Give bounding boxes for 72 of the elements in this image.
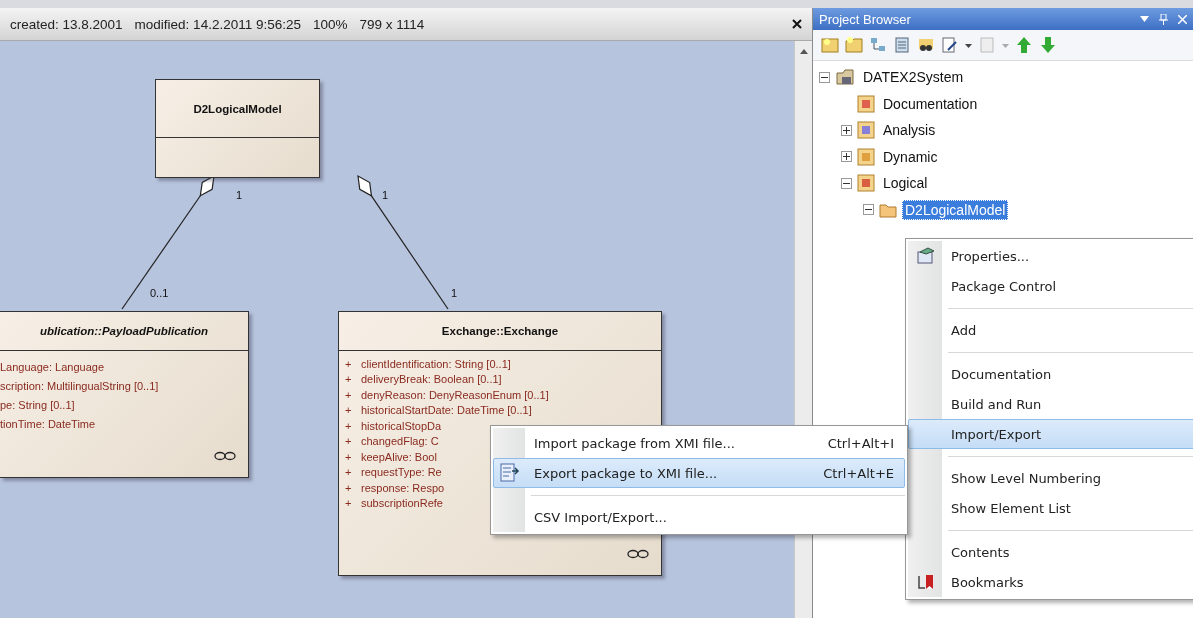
menu-item[interactable]: Show Element List xyxy=(908,493,1193,523)
attribute-text: + changedFlag: C xyxy=(345,434,439,449)
attribute-text: + requestType: Re xyxy=(345,465,442,480)
class-name: ublication::PayloadPublication xyxy=(0,312,248,351)
new-element-icon[interactable] xyxy=(893,36,911,54)
attribute-text: pe: String [0..1] xyxy=(0,397,75,413)
edit-icon[interactable] xyxy=(941,36,959,54)
menu-item[interactable]: Show Level Numbering xyxy=(908,463,1193,493)
expand-icon[interactable] xyxy=(841,124,852,136)
pin-icon[interactable] xyxy=(1159,13,1168,25)
attribute-text: + historicalStartDate: DateTime [0..1] xyxy=(345,403,532,418)
multiplicity-label: 1 xyxy=(382,189,389,201)
collapse-icon[interactable] xyxy=(841,177,852,189)
zoom-text: 100% xyxy=(313,16,348,32)
link-icon xyxy=(214,451,236,461)
size-text: 799 x 1114 xyxy=(359,16,425,32)
menu-item[interactable]: CSV Import/Export... xyxy=(493,502,905,532)
tree-item[interactable]: DATEX2System xyxy=(860,67,967,88)
package-icon xyxy=(857,174,875,193)
attribute-text: + historicalStopDa xyxy=(345,418,442,434)
menu-item[interactable]: Bookmarks xyxy=(908,567,1193,597)
class-name: D2LogicalModel xyxy=(156,80,319,138)
tree-item[interactable]: Documentation xyxy=(880,93,981,114)
package-icon xyxy=(857,94,875,113)
folder-icon xyxy=(879,201,897,218)
multiplicity-label: 1 xyxy=(236,189,243,201)
menu-item[interactable]: Import/Export xyxy=(908,419,1193,449)
menu-item[interactable]: Contents xyxy=(908,537,1193,567)
tree-item[interactable]: Analysis xyxy=(880,120,939,141)
arrow-down-icon[interactable] xyxy=(1039,36,1057,54)
menu-item[interactable]: Properties... xyxy=(908,241,1193,271)
attribute-text: scription: MultilingualString [0..1] xyxy=(0,378,159,394)
package-icon xyxy=(857,121,875,140)
close-icon[interactable] xyxy=(792,19,802,29)
menu-item[interactable]: Build and Run xyxy=(908,389,1193,419)
scroll-up-icon[interactable] xyxy=(799,49,808,54)
attribute-text: + response: Respo xyxy=(345,480,445,496)
export-icon xyxy=(500,463,520,483)
tree-item[interactable]: D2LogicalModel xyxy=(902,199,1009,220)
attribute-text: + keepAlive: Bool xyxy=(345,449,437,465)
package-icon xyxy=(835,68,855,87)
menu-item[interactable]: Export package to XMI file... Ctrl+Alt+E xyxy=(493,458,905,488)
menu-item[interactable]: Package Control xyxy=(908,271,1193,301)
new-model-icon[interactable] xyxy=(821,36,839,54)
menu-item[interactable]: Documentation xyxy=(908,359,1193,389)
dropdown-icon[interactable] xyxy=(1140,16,1149,22)
attribute-text: + deliveryBreak: Boolean [0..1] xyxy=(345,372,502,387)
expand-icon[interactable] xyxy=(841,151,852,163)
attribute-text: + subscriptionRefe xyxy=(345,496,443,511)
arrow-up-icon[interactable] xyxy=(1015,36,1033,54)
menu-item[interactable]: Add xyxy=(908,315,1193,345)
package-icon xyxy=(857,147,875,166)
collapse-icon[interactable] xyxy=(863,204,874,216)
collapse-icon[interactable] xyxy=(819,71,830,83)
new-diagram-icon[interactable] xyxy=(869,36,887,54)
multiplicity-label: 1 xyxy=(451,287,458,299)
created-text: created: 13.8.2001 xyxy=(10,16,123,32)
bookmark-icon xyxy=(917,573,935,591)
multiplicity-label: 0..1 xyxy=(150,287,169,299)
link-icon xyxy=(627,549,649,559)
tree-item[interactable]: Dynamic xyxy=(880,146,941,167)
attribute-text: Language: Language xyxy=(0,359,104,375)
menu-item[interactable]: Import package from XMI file... Ctrl+Alt+I xyxy=(493,428,905,458)
properties-icon xyxy=(917,247,935,265)
attribute-text: tionTime: DateTime xyxy=(0,416,96,432)
attribute-text: + denyReason: DenyReasonEnum [0..1] xyxy=(345,387,549,403)
new-package-icon[interactable] xyxy=(845,36,863,54)
tree-item[interactable]: Logical xyxy=(880,173,931,194)
modified-text: modified: 14.2.2011 9:56:25 xyxy=(134,16,301,32)
panel-title: Project Browser xyxy=(819,11,911,27)
class-name: Exchange::Exchange xyxy=(339,312,661,351)
attribute-text: + clientIdentification: String [0..1] xyxy=(345,356,511,372)
